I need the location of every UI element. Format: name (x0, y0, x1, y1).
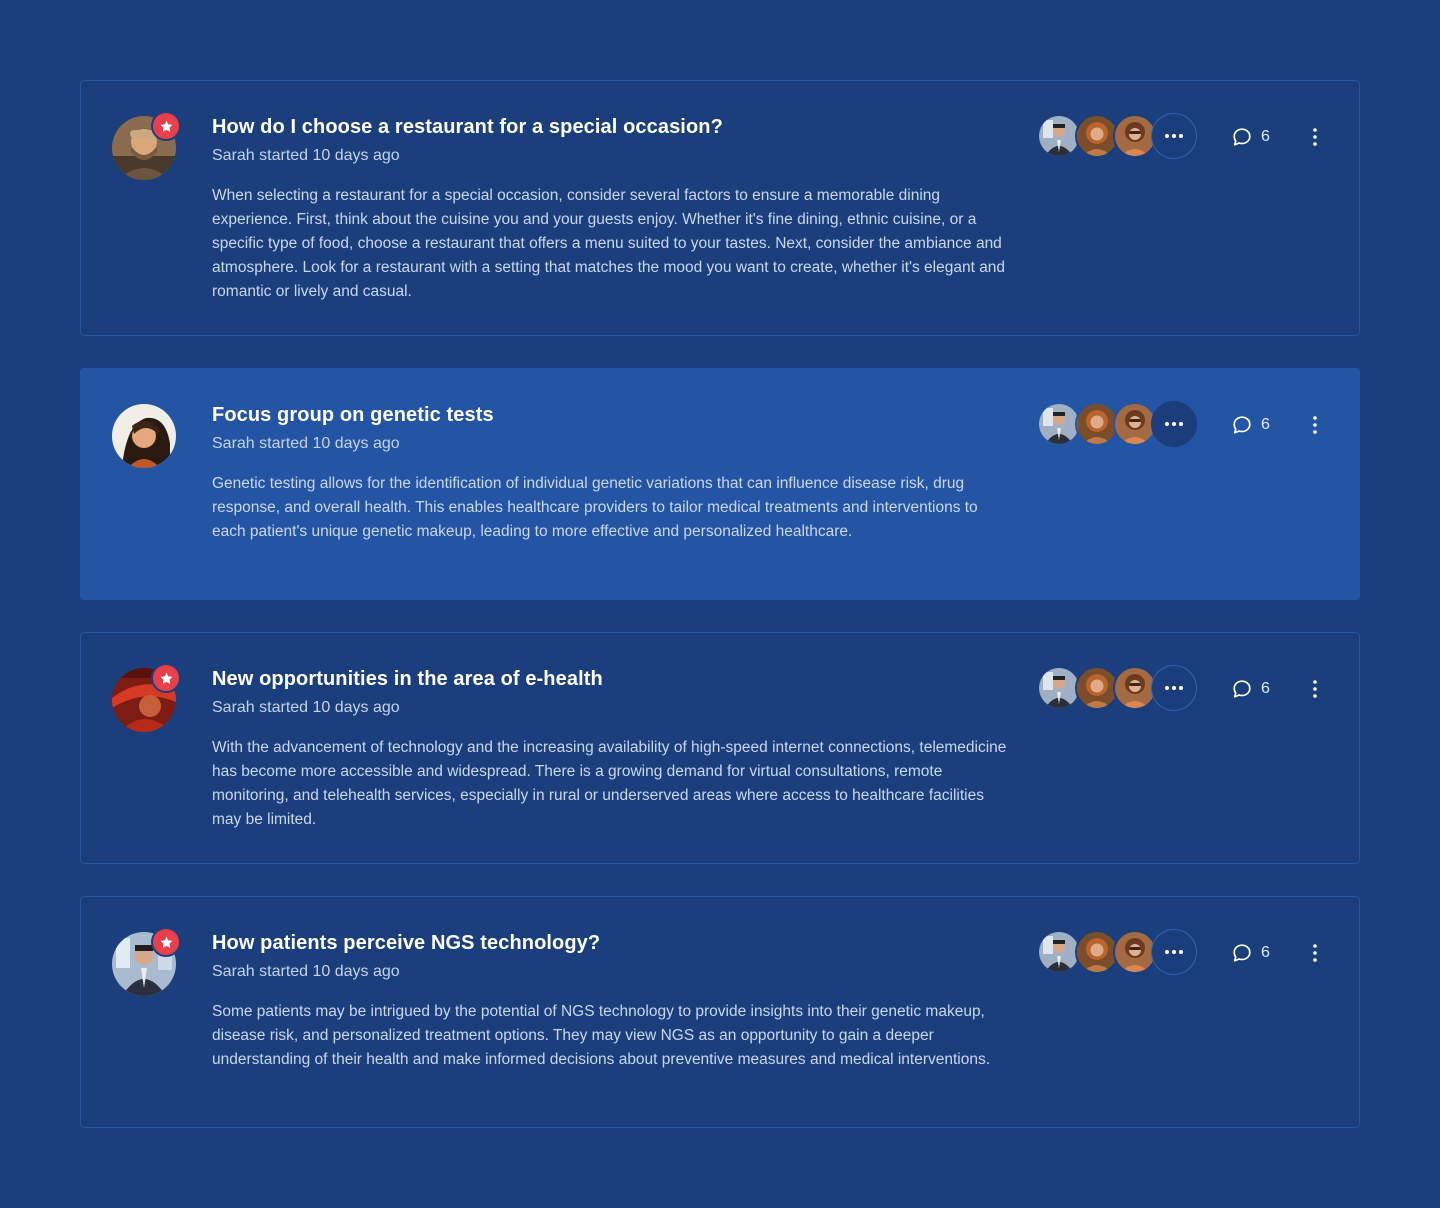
more-participants-button[interactable] (1151, 665, 1197, 711)
thread-body: Some patients may be intrigued by the po… (212, 1003, 991, 1068)
ellipsis-icon (1165, 950, 1183, 954)
comment-count: 6 (1261, 944, 1270, 961)
thread-card[interactable]: New opportunities in the area of e-healt… (80, 632, 1360, 864)
more-participants-button[interactable] (1151, 929, 1197, 975)
thread-title[interactable]: Focus group on genetic tests (212, 402, 1012, 428)
thread-meta: Sarah started 10 days ago (212, 699, 400, 716)
author-avatar[interactable] (112, 404, 176, 468)
comment-count: 6 (1261, 680, 1270, 697)
ellipsis-icon (1165, 134, 1183, 138)
thread-options-button[interactable] (1303, 413, 1327, 437)
comments-button[interactable]: 6 (1231, 414, 1270, 436)
participant-avatars[interactable] (1037, 665, 1199, 711)
star-icon (151, 927, 181, 957)
thread-options-button[interactable] (1303, 125, 1327, 149)
kebab-menu-icon (1313, 680, 1317, 698)
thread-body: When selecting a restaurant for a specia… (212, 187, 1006, 300)
thread-options-button[interactable] (1303, 941, 1327, 965)
comment-icon (1233, 416, 1251, 434)
thread-meta: Sarah started 10 days ago (212, 963, 400, 980)
kebab-menu-icon (1313, 128, 1317, 146)
comment-count: 6 (1261, 416, 1270, 433)
comment-icon (1233, 944, 1251, 962)
ellipsis-icon (1165, 422, 1183, 426)
participant-avatars[interactable] (1037, 401, 1199, 447)
thread-options-button[interactable] (1303, 677, 1327, 701)
thread-title[interactable]: New opportunities in the area of e-healt… (212, 666, 1012, 692)
thread-card[interactable]: How do I choose a restaurant for a speci… (80, 80, 1360, 336)
star-icon (151, 111, 181, 141)
participant-avatars[interactable] (1037, 113, 1199, 159)
comments-button[interactable]: 6 (1231, 126, 1270, 148)
comments-button[interactable]: 6 (1231, 942, 1270, 964)
thread-meta: Sarah started 10 days ago (212, 435, 400, 452)
ellipsis-icon (1165, 686, 1183, 690)
more-participants-button[interactable] (1151, 401, 1197, 447)
thread-meta: Sarah started 10 days ago (212, 147, 400, 164)
star-icon (151, 663, 181, 693)
participant-avatars[interactable] (1037, 929, 1199, 975)
thread-body: With the advancement of technology and t… (212, 739, 1007, 828)
more-participants-button[interactable] (1151, 113, 1197, 159)
kebab-menu-icon (1313, 416, 1317, 434)
comment-icon (1233, 128, 1251, 146)
thread-card-active[interactable]: Focus group on genetic tests Sarah start… (80, 368, 1360, 600)
comment-icon (1233, 680, 1251, 698)
comment-count: 6 (1261, 128, 1270, 145)
thread-title[interactable]: How do I choose a restaurant for a speci… (212, 114, 1012, 140)
kebab-menu-icon (1313, 944, 1317, 962)
thread-card[interactable]: How patients perceive NGS technology? Sa… (80, 896, 1360, 1128)
thread-list: How do I choose a restaurant for a speci… (80, 80, 1360, 1160)
thread-body: Genetic testing allows for the identific… (212, 475, 978, 540)
thread-title[interactable]: How patients perceive NGS technology? (212, 930, 1012, 956)
comments-button[interactable]: 6 (1231, 678, 1270, 700)
